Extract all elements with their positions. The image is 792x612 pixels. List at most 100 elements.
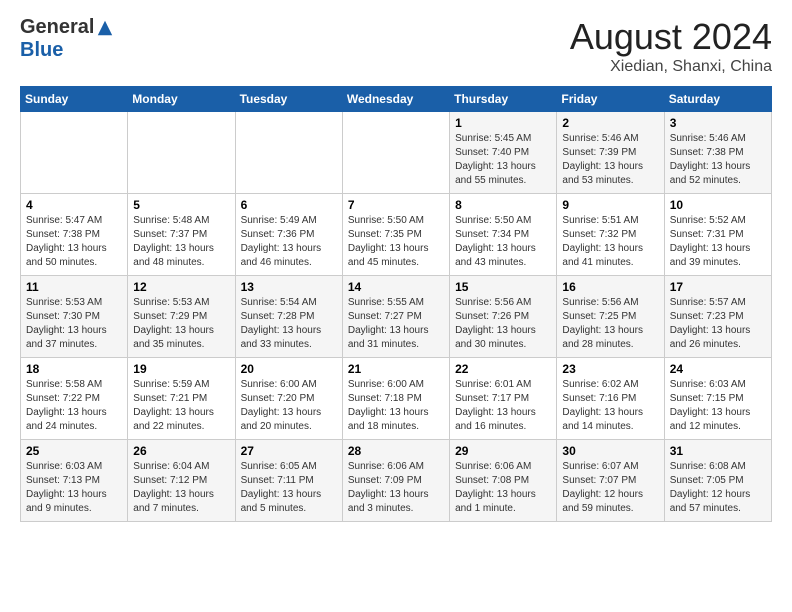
day-info: Sunrise: 5:46 AMSunset: 7:39 PMDaylight:… <box>562 132 658 188</box>
day-cell: 13 Sunrise: 5:54 AMSunset: 7:28 PMDayligh… <box>235 276 342 358</box>
day-info: Sunrise: 5:57 AMSunset: 7:23 PMDaylight:… <box>670 296 766 352</box>
day-cell: 12 Sunrise: 5:53 AMSunset: 7:29 PMDayligh… <box>128 276 235 358</box>
title-area: August 2024 Xiedian, Shanxi, China <box>570 16 772 76</box>
day-number: 15 <box>455 280 551 294</box>
day-cell: 21Sunrise: 6:00 AMSunset: 7:18 PMDayligh… <box>342 358 449 440</box>
day-number: 25 <box>26 444 122 458</box>
day-number: 18 <box>26 362 122 376</box>
logo-general: General <box>20 16 94 39</box>
day-cell: 4 Sunrise: 5:47 AMSunset: 7:38 PMDaylight… <box>21 194 128 276</box>
day-number: 5 <box>133 198 229 212</box>
day-number: 10 <box>670 198 766 212</box>
calendar-table: SundayMondayTuesdayWednesdayThursdayFrid… <box>20 86 772 522</box>
day-number: 31 <box>670 444 766 458</box>
day-number: 8 <box>455 198 551 212</box>
day-info: Sunrise: 6:02 AMSunset: 7:16 PMDaylight:… <box>562 378 658 434</box>
week-row-2: 4 Sunrise: 5:47 AMSunset: 7:38 PMDaylight… <box>21 194 772 276</box>
logo: General Blue <box>20 16 114 62</box>
day-number: 11 <box>26 280 122 294</box>
day-cell: 31 Sunrise: 6:08 AMSunset: 7:05 PMDayligh… <box>664 440 771 522</box>
day-cell: 6Sunrise: 5:49 AMSunset: 7:36 PMDaylight… <box>235 194 342 276</box>
day-number: 29 <box>455 444 551 458</box>
day-cell: 1Sunrise: 5:45 AMSunset: 7:40 PMDaylight… <box>450 112 557 194</box>
weekday-header-tuesday: Tuesday <box>235 87 342 112</box>
day-info: Sunrise: 6:03 AMSunset: 7:15 PMDaylight:… <box>670 378 766 434</box>
weekday-header-wednesday: Wednesday <box>342 87 449 112</box>
day-cell: 18 Sunrise: 5:58 AMSunset: 7:22 PMDayligh… <box>21 358 128 440</box>
day-number: 1 <box>455 116 551 130</box>
weekday-header-row: SundayMondayTuesdayWednesdayThursdayFrid… <box>21 87 772 112</box>
weekday-header-thursday: Thursday <box>450 87 557 112</box>
day-info: Sunrise: 5:47 AMSunset: 7:38 PMDaylight:… <box>26 214 122 270</box>
day-info: Sunrise: 6:08 AMSunset: 7:05 PMDaylight:… <box>670 460 766 516</box>
day-number: 20 <box>241 362 337 376</box>
day-info: Sunrise: 6:05 AMSunset: 7:11 PMDaylight:… <box>241 460 337 516</box>
day-info: Sunrise: 5:56 AMSunset: 7:25 PMDaylight:… <box>562 296 658 352</box>
day-cell <box>235 112 342 194</box>
day-number: 7 <box>348 198 444 212</box>
day-cell: 11Sunrise: 5:53 AMSunset: 7:30 PMDayligh… <box>21 276 128 358</box>
day-number: 13 <box>241 280 337 294</box>
day-cell: 5 Sunrise: 5:48 AMSunset: 7:37 PMDaylight… <box>128 194 235 276</box>
day-number: 26 <box>133 444 229 458</box>
day-info: Sunrise: 5:59 AMSunset: 7:21 PMDaylight:… <box>133 378 229 434</box>
day-cell: 16Sunrise: 5:56 AMSunset: 7:25 PMDayligh… <box>557 276 664 358</box>
day-number: 24 <box>670 362 766 376</box>
day-number: 17 <box>670 280 766 294</box>
week-row-1: 1Sunrise: 5:45 AMSunset: 7:40 PMDaylight… <box>21 112 772 194</box>
day-cell <box>342 112 449 194</box>
day-cell: 29 Sunrise: 6:06 AMSunset: 7:08 PMDayligh… <box>450 440 557 522</box>
page-container: General Blue August 2024 Xiedian, Shanxi… <box>0 0 792 534</box>
day-info: Sunrise: 6:06 AMSunset: 7:09 PMDaylight:… <box>348 460 444 516</box>
day-info: Sunrise: 5:58 AMSunset: 7:22 PMDaylight:… <box>26 378 122 434</box>
day-cell: 7Sunrise: 5:50 AMSunset: 7:35 PMDaylight… <box>342 194 449 276</box>
day-cell: 30 Sunrise: 6:07 AMSunset: 7:07 PMDayligh… <box>557 440 664 522</box>
day-cell: 23 Sunrise: 6:02 AMSunset: 7:16 PMDayligh… <box>557 358 664 440</box>
day-number: 4 <box>26 198 122 212</box>
day-cell: 14 Sunrise: 5:55 AMSunset: 7:27 PMDayligh… <box>342 276 449 358</box>
day-cell: 3Sunrise: 5:46 AMSunset: 7:38 PMDaylight… <box>664 112 771 194</box>
day-number: 27 <box>241 444 337 458</box>
location: Xiedian, Shanxi, China <box>570 58 772 76</box>
weekday-header-saturday: Saturday <box>664 87 771 112</box>
day-number: 23 <box>562 362 658 376</box>
week-row-3: 11Sunrise: 5:53 AMSunset: 7:30 PMDayligh… <box>21 276 772 358</box>
day-info: Sunrise: 5:50 AMSunset: 7:34 PMDaylight:… <box>455 214 551 270</box>
day-info: Sunrise: 6:06 AMSunset: 7:08 PMDaylight:… <box>455 460 551 516</box>
day-number: 30 <box>562 444 658 458</box>
day-info: Sunrise: 5:55 AMSunset: 7:27 PMDaylight:… <box>348 296 444 352</box>
day-number: 22 <box>455 362 551 376</box>
weekday-header-friday: Friday <box>557 87 664 112</box>
day-info: Sunrise: 5:51 AMSunset: 7:32 PMDaylight:… <box>562 214 658 270</box>
logo-text: General <box>20 16 114 39</box>
day-cell: 8 Sunrise: 5:50 AMSunset: 7:34 PMDaylight… <box>450 194 557 276</box>
day-number: 21 <box>348 362 444 376</box>
day-cell: 10 Sunrise: 5:52 AMSunset: 7:31 PMDayligh… <box>664 194 771 276</box>
month-title: August 2024 <box>570 16 772 58</box>
day-cell: 22 Sunrise: 6:01 AMSunset: 7:17 PMDayligh… <box>450 358 557 440</box>
day-cell: 20Sunrise: 6:00 AMSunset: 7:20 PMDayligh… <box>235 358 342 440</box>
day-cell: 2 Sunrise: 5:46 AMSunset: 7:39 PMDaylight… <box>557 112 664 194</box>
weekday-header-monday: Monday <box>128 87 235 112</box>
day-info: Sunrise: 5:52 AMSunset: 7:31 PMDaylight:… <box>670 214 766 270</box>
week-row-5: 25Sunrise: 6:03 AMSunset: 7:13 PMDayligh… <box>21 440 772 522</box>
day-cell <box>21 112 128 194</box>
day-number: 6 <box>241 198 337 212</box>
day-info: Sunrise: 5:54 AMSunset: 7:28 PMDaylight:… <box>241 296 337 352</box>
day-info: Sunrise: 5:46 AMSunset: 7:38 PMDaylight:… <box>670 132 766 188</box>
day-cell: 17 Sunrise: 5:57 AMSunset: 7:23 PMDayligh… <box>664 276 771 358</box>
day-info: Sunrise: 6:01 AMSunset: 7:17 PMDaylight:… <box>455 378 551 434</box>
day-cell: 24 Sunrise: 6:03 AMSunset: 7:15 PMDayligh… <box>664 358 771 440</box>
day-number: 12 <box>133 280 229 294</box>
day-info: Sunrise: 5:48 AMSunset: 7:37 PMDaylight:… <box>133 214 229 270</box>
day-info: Sunrise: 6:07 AMSunset: 7:07 PMDaylight:… <box>562 460 658 516</box>
logo-blue: Blue <box>20 39 63 62</box>
day-cell: 28Sunrise: 6:06 AMSunset: 7:09 PMDayligh… <box>342 440 449 522</box>
day-cell: 15Sunrise: 5:56 AMSunset: 7:26 PMDayligh… <box>450 276 557 358</box>
day-cell: 26Sunrise: 6:04 AMSunset: 7:12 PMDayligh… <box>128 440 235 522</box>
day-number: 14 <box>348 280 444 294</box>
day-cell: 25Sunrise: 6:03 AMSunset: 7:13 PMDayligh… <box>21 440 128 522</box>
day-number: 2 <box>562 116 658 130</box>
day-info: Sunrise: 5:53 AMSunset: 7:29 PMDaylight:… <box>133 296 229 352</box>
day-number: 9 <box>562 198 658 212</box>
